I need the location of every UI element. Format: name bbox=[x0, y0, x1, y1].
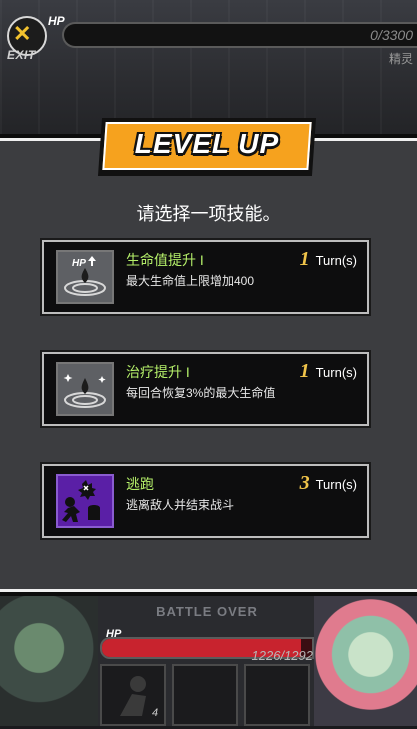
escape-icon bbox=[56, 474, 114, 528]
crossed-swords-icon: ✕ bbox=[13, 21, 32, 46]
turns-unit: Turn(s) bbox=[315, 477, 357, 492]
exit-label: EXIT bbox=[7, 48, 36, 62]
heal-icon bbox=[56, 362, 114, 416]
ally-portrait bbox=[314, 596, 417, 726]
enemy-hp-value: 0/3300 bbox=[370, 27, 413, 43]
banner-title: LEVEL UP bbox=[134, 128, 280, 159]
hp-up-icon: HP bbox=[56, 250, 114, 304]
battle-over-banner: BATTLE OVER bbox=[156, 604, 258, 619]
skill-name: 逃跑 bbox=[126, 476, 154, 492]
exit-button[interactable]: ✕ EXIT bbox=[4, 16, 50, 64]
skill-description: 最大生命值上限增加400 bbox=[126, 274, 255, 288]
skill-turns: 1 Turn(s) bbox=[300, 360, 357, 383]
skill-name: 生命值提升 I bbox=[126, 252, 204, 268]
turns-unit: Turn(s) bbox=[315, 253, 357, 268]
slot-count: 4 bbox=[152, 707, 159, 719]
turns-count: 3 bbox=[299, 472, 310, 494]
skill-turns: 3 Turn(s) bbox=[300, 472, 357, 495]
enemy-hp-bar bbox=[62, 22, 417, 48]
svg-text:HP: HP bbox=[72, 258, 86, 269]
choose-skill-prompt: 请选择一项技能。 bbox=[136, 204, 281, 224]
turns-count: 1 bbox=[299, 248, 310, 270]
skill-name: 治疗提升 I bbox=[126, 364, 190, 380]
skill-option-escape[interactable]: 逃跑 逃离敌人并结束战斗 3 Turn(s) bbox=[40, 462, 371, 540]
player-hp-value: 1226/1292 bbox=[251, 648, 313, 663]
enemy-rank: 精灵 bbox=[388, 52, 413, 66]
action-slot[interactable] bbox=[172, 664, 238, 726]
skill-description: 每回合恢复3%的最大生命值 bbox=[126, 386, 276, 400]
player-portrait bbox=[0, 596, 98, 726]
skill-turns: 1 Turn(s) bbox=[300, 248, 357, 271]
turns-unit: Turn(s) bbox=[315, 365, 357, 380]
level-up-banner: LEVEL UP bbox=[97, 118, 317, 176]
enemy-hp-label: HP bbox=[48, 14, 65, 28]
skill-option-heal-up[interactable]: 治疗提升 I 每回合恢复3%的最大生命值 1 Turn(s) bbox=[40, 350, 371, 428]
skill-option-hp-up[interactable]: HP 生命值提升 I 最大生命值上限增加400 1 Turn(s) bbox=[40, 238, 371, 316]
action-slot[interactable] bbox=[244, 664, 310, 726]
skill-description: 逃离敌人并结束战斗 bbox=[126, 498, 235, 512]
turns-count: 1 bbox=[299, 360, 310, 382]
